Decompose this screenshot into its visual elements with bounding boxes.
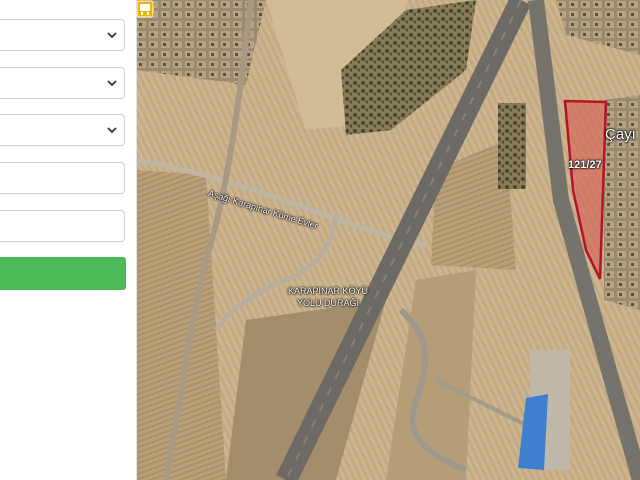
chevron-down-icon [107,127,117,134]
bus-stop-label: KARAPINAR KÖYÜ YOLU DURAĞI [288,285,368,309]
filter-select-3[interactable] [0,114,125,146]
search-submit-button[interactable] [0,257,126,290]
chevron-down-icon [107,80,117,87]
tree-row [498,103,526,189]
satellite-map[interactable]: Aşağı Karapınar Küme Evler KARAPINAR KÖY… [136,0,640,480]
parcel-number-label: 121/27 [568,159,602,171]
search-form-panel [0,0,137,480]
bus-stop-label-line2: YOLU DURAĞI [297,298,360,308]
text-input-1[interactable] [0,163,124,193]
filter-select-2[interactable] [0,67,125,99]
bus-stop-icon[interactable] [136,0,154,18]
text-input-2-wrapper [0,210,125,242]
satellite-imagery [136,0,640,480]
text-input-2[interactable] [0,211,124,241]
filter-select-1[interactable] [0,19,125,51]
bus-stop-label-line1: KARAPINAR KÖYÜ [288,286,369,296]
text-input-1-wrapper [0,162,125,194]
village-label: Çayı [605,126,636,143]
chevron-down-icon [107,32,117,39]
